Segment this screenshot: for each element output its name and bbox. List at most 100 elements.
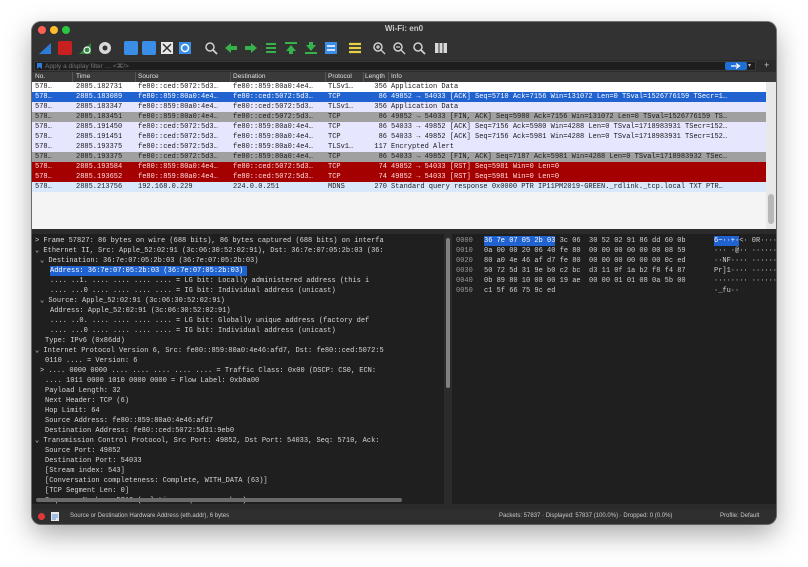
detail-line-selected[interactable]: Address: 36:7e:07:05:2b:03 (36:7e:07:05:… (50, 266, 248, 276)
detail-line[interactable]: ⌄ Transmission Control Protocol, Src Por… (35, 436, 379, 446)
packet-cell-info: 49852 → 54033 [ACK] Seq=5710 Ack=7156 Wi… (391, 93, 728, 101)
detail-line[interactable]: > Frame 57827: 86 bytes on wire (688 bit… (35, 236, 384, 246)
detail-line[interactable]: Source Address: fe80::859:80a0:4e46:afd7 (45, 416, 213, 426)
auto-scroll-icon[interactable] (324, 41, 338, 55)
expert-info-icon[interactable] (38, 513, 45, 520)
column-header-time[interactable]: Time (76, 73, 90, 80)
detail-line[interactable]: [Conversation completeness: Complete, WI… (45, 476, 268, 486)
apply-filter-button[interactable] (725, 62, 747, 70)
hex-offset: 0030 (456, 267, 473, 275)
column-header-protocol[interactable]: Protocol (328, 73, 352, 80)
ascii-selected: 6~··+· (714, 236, 740, 246)
packet-cell-proto: TCP (328, 163, 341, 171)
packet-row[interactable]: 578… 2885.183089 fe80::859:80a0:4e4… fe80::… (32, 92, 766, 102)
ascii-bytes: ··NF···· ········ (714, 257, 776, 265)
packet-cell-proto: TCP (328, 93, 341, 101)
shark-fin-start-icon[interactable] (38, 41, 52, 55)
detail-line[interactable]: Type: IPv6 (0x86dd) (45, 336, 125, 346)
packet-list-scrollbar[interactable] (766, 82, 776, 229)
go-back-icon[interactable] (224, 41, 238, 55)
detail-line[interactable]: > .... 0000 0000 .... .... .... .... ...… (40, 366, 376, 376)
detail-line[interactable]: [TCP Segment Len: 0] (45, 486, 129, 496)
detail-line[interactable]: .... 1011 0000 1010 0000 0000 = Flow Lab… (45, 376, 259, 386)
detail-line[interactable]: Hop Limit: 64 (45, 406, 100, 416)
column-header-source[interactable]: Source (138, 73, 159, 80)
status-profile[interactable]: Profile: Default (720, 513, 759, 519)
colorize-icon[interactable] (348, 41, 362, 55)
add-filter-button[interactable]: + (764, 60, 769, 70)
packet-row[interactable]: 578… 2885.191450 fe80::ced:5072:5d3… fe80::… (32, 122, 766, 132)
hex-bytes: 3c 06 30 52 02 91 86 dd 60 0b (555, 237, 686, 245)
capture-options-icon[interactable] (98, 41, 112, 55)
packet-row[interactable]: 578… 2885.191451 fe80::ced:5072:5d3… fe80::… (32, 132, 766, 142)
detail-line[interactable]: Source Port: 49852 (45, 446, 121, 456)
detail-line[interactable]: .... ...0 .... .... .... .... = IG bit: … (50, 286, 336, 296)
detail-line[interactable]: Address: Apple_52:02:91 (3c:06:30:52:02:… (50, 306, 231, 316)
bookmark-icon[interactable] (37, 63, 42, 69)
display-filter-input[interactable] (45, 62, 605, 70)
packet-list: No. Time Source Destination Protocol Len… (32, 72, 776, 279)
packet-list-header: No. Time Source Destination Protocol Len… (32, 72, 776, 82)
go-forward-icon[interactable] (244, 41, 258, 55)
detail-line[interactable]: [Stream index: 543] (45, 466, 125, 476)
go-first-icon[interactable] (284, 41, 298, 55)
find-packet-icon[interactable] (204, 41, 218, 55)
detail-line[interactable]: Destination Port: 54033 (45, 456, 142, 466)
open-file-icon[interactable] (124, 41, 138, 55)
packet-row[interactable]: 578… 2885.183347 fe80::859:80a0:4e4… fe80::… (32, 102, 766, 112)
detail-line[interactable]: Destination Address: fe80::ced:5072:5d31… (45, 426, 234, 436)
resize-columns-icon[interactable] (434, 41, 448, 55)
detail-line[interactable]: ⌄ Destination: 36:7e:07:05:2b:03 (36:7e:… (40, 256, 258, 266)
hex-bytes: c1 5f 66 75 9c ed (484, 287, 556, 295)
packet-cell-src: fe80::859:80a0:4e4… (138, 163, 218, 171)
status-field-info: Source or Destination Hardware Address (… (70, 513, 230, 519)
detail-line[interactable]: .... ..1. .... .... .... .... = LG bit: … (50, 276, 369, 286)
detail-line[interactable]: .... ...0 .... .... .... .... = IG bit: … (50, 326, 336, 336)
column-header-no[interactable]: No. (35, 73, 45, 80)
packet-row[interactable]: 578… 2885.193652 fe80::859:80a0:4e4… fe80::… (32, 172, 766, 182)
detail-line[interactable]: Next Header: TCP (6) (45, 396, 129, 406)
packet-row[interactable]: 578… 2885.193375 fe80::ced:5072:5d3… fe80::… (32, 142, 766, 152)
packet-cell-no: 578… (35, 103, 52, 111)
packet-row[interactable]: 578… 2885.213756 192.168.0.229 224.0.0.251 M… (32, 182, 766, 192)
packet-cell-no: 578… (35, 183, 52, 191)
capture-comment-icon[interactable] (51, 512, 59, 521)
packet-cell-len: 86 (378, 93, 387, 101)
detail-line[interactable]: ⌄ Internet Protocol Version 6, Src: fe80… (35, 346, 384, 356)
go-last-icon[interactable] (304, 41, 318, 55)
packet-row[interactable]: 578… 2885.183451 fe80::859:80a0:4e4… fe80::… (32, 112, 766, 122)
details-scrollbar[interactable] (444, 234, 452, 504)
zoom-reset-icon[interactable] (412, 41, 426, 55)
detail-line[interactable]: .... ..0. .... .... .... .... = LG bit: … (50, 316, 369, 326)
details-scroll-thumb[interactable] (446, 238, 450, 388)
packet-row[interactable]: 578… 2885.182731 fe80::ced:5072:5d3… fe80::… (32, 82, 766, 92)
detail-line[interactable]: 0110 .... = Version: 6 (45, 356, 137, 366)
detail-line[interactable]: ⌄ Source: Apple_52:02:91 (3c:06:30:52:02… (40, 296, 225, 306)
save-file-icon[interactable] (142, 41, 156, 55)
detail-line[interactable]: ⌄ Ethernet II, Src: Apple_52:02:91 (3c:0… (35, 246, 384, 256)
go-to-packet-icon[interactable] (264, 41, 278, 55)
reload-icon[interactable] (178, 41, 192, 55)
filter-dropdown-icon[interactable]: ▾ (748, 62, 754, 70)
packet-cell-dst: fe80::ced:5072:5d3… (233, 173, 313, 181)
packet-bytes-pane: 0000 36 7e 07 05 2b 03 3c 06 30 52 02 91 … (452, 234, 776, 504)
packet-cell-len: 270 (374, 183, 387, 191)
detail-line[interactable]: Payload Length: 32 (45, 386, 121, 396)
packet-row[interactable]: 578… 2885.193375 fe80::ced:5072:5d3… fe80::… (32, 152, 766, 162)
hex-bytes: 50 72 5d 31 9e b0 c2 bc d3 11 0f 1a b2 f… (484, 267, 686, 275)
zoom-in-icon[interactable] (372, 41, 386, 55)
column-header-destination[interactable]: Destination (233, 73, 266, 80)
close-file-icon[interactable] (160, 41, 174, 55)
details-hscroll-thumb[interactable] (36, 498, 402, 502)
status-packet-counts: Packets: 57837 · Displayed: 57837 (100.0… (499, 513, 673, 519)
packet-cell-len: 356 (374, 83, 387, 91)
column-header-length[interactable]: Length (365, 73, 385, 80)
restart-capture-icon[interactable] (78, 41, 92, 55)
packet-row[interactable]: 578… 2885.193584 fe80::859:80a0:4e4… fe80::… (32, 162, 766, 172)
column-header-info[interactable]: Info (391, 73, 402, 80)
stop-capture-icon[interactable] (58, 41, 72, 55)
packet-cell-len: 117 (374, 143, 387, 151)
packet-cell-dst: fe80::859:80a0:4e4… (233, 83, 313, 91)
zoom-out-icon[interactable] (392, 41, 406, 55)
scrollbar-thumb[interactable] (768, 194, 774, 224)
